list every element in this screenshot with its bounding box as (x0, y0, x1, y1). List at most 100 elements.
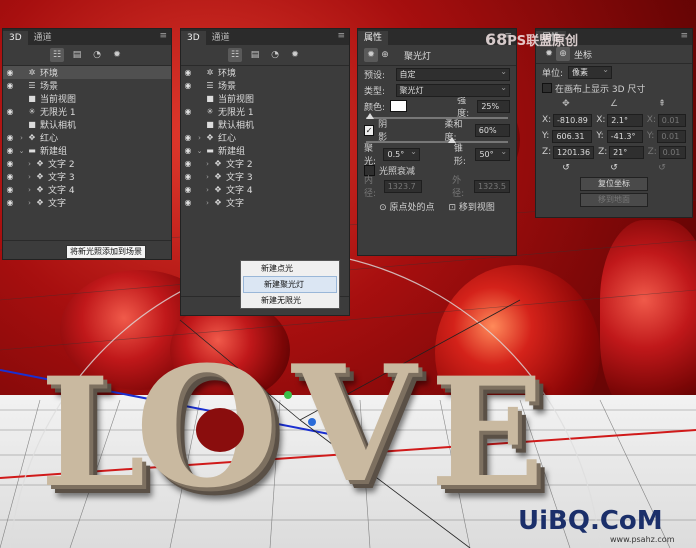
list-item[interactable]: ◉ ☰ 场景 (181, 79, 349, 92)
filter-light-icon[interactable]: ✹ (288, 48, 302, 62)
chevron-right-icon[interactable]: › (17, 186, 34, 194)
panel-menu-icon[interactable]: ≡ (337, 31, 345, 41)
y-scale-field[interactable]: 0.01 (657, 129, 686, 143)
filter-scene-icon[interactable]: ☷ (228, 48, 242, 62)
shadow-checkbox[interactable]: ✓ (364, 124, 375, 136)
list-item[interactable]: ◉ ⌄ ▬ 新建组 (181, 144, 349, 157)
list-item[interactable]: ◉ › ✥ 文字 2 (3, 157, 171, 170)
eye-icon[interactable]: ◉ (181, 107, 195, 116)
move-to-ground-button[interactable]: 移到地面 (580, 193, 648, 207)
rotate-icon[interactable]: ∠ (610, 99, 618, 109)
list-item[interactable]: ◉ ✳ 无限光 1 (181, 105, 349, 118)
cone-field[interactable]: 50° (475, 146, 511, 161)
slider-thumb[interactable] (448, 137, 456, 143)
list-item[interactable]: ■ 当前视图 (3, 92, 171, 105)
chevron-right-icon[interactable]: › (195, 160, 212, 168)
list-item[interactable]: ◉ › ✥ 红心 (181, 131, 349, 144)
chevron-right-icon[interactable]: › (17, 134, 26, 142)
z-position-field[interactable]: 1201.36 (553, 145, 595, 159)
softness-field[interactable]: 60% (474, 123, 510, 137)
slider-thumb[interactable] (366, 113, 374, 119)
eye-icon[interactable]: ◉ (181, 133, 195, 142)
chevron-down-icon[interactable]: ⌄ (17, 147, 26, 155)
origin-button[interactable]: ⊙ 原点处的点 (379, 200, 434, 213)
list-item[interactable]: ◉ › ✥ 红心 (3, 131, 171, 144)
list-item[interactable]: ■ 默认相机 (3, 118, 171, 131)
reset-rotation-icon[interactable]: ↺ (610, 163, 618, 173)
show-size-checkbox[interactable] (542, 83, 552, 93)
list-item[interactable]: ◉ ✳ 无限光 1 (3, 105, 171, 118)
list-item[interactable]: ■ 默认相机 (181, 118, 349, 131)
type-select[interactable]: 聚光灯 (395, 82, 510, 97)
z-rotation-field[interactable]: 21° (609, 145, 644, 159)
x-scale-field[interactable]: 0.01 (657, 113, 686, 127)
list-item[interactable]: ◉ › ✥ 文字 3 (3, 170, 171, 183)
list-item[interactable]: ■ 当前视图 (181, 92, 349, 105)
x-rotation-field[interactable]: 2.1° (607, 113, 643, 127)
menu-item-new-point-light[interactable]: 新建点光 (241, 261, 339, 276)
chevron-right-icon[interactable]: › (195, 134, 204, 142)
tab-3d[interactable]: 3D (181, 31, 206, 45)
menu-item-new-spot-light[interactable]: 新建聚光灯 (243, 276, 337, 293)
tab-channels[interactable]: 通道 (28, 31, 58, 45)
menu-item-new-infinite-light[interactable]: 新建无限光 (241, 293, 339, 308)
move-to-view-button[interactable]: ⊡ 移到视图 (449, 200, 495, 213)
coordinates-icon[interactable]: ⊕ (556, 47, 570, 61)
filter-material-icon[interactable]: ◔ (90, 48, 104, 62)
list-item[interactable]: ◉ ✲ 环境 (181, 66, 349, 79)
chevron-right-icon[interactable]: › (195, 199, 212, 207)
eye-icon[interactable]: ◉ (3, 198, 17, 207)
unit-select[interactable]: 像素 (568, 64, 612, 79)
list-item[interactable]: ◉ ✲ 环境 (3, 66, 171, 79)
panel-menu-icon[interactable]: ≡ (159, 31, 167, 41)
eye-icon[interactable]: ◉ (181, 198, 195, 207)
inner-field[interactable]: 1323.7 (383, 179, 423, 193)
chevron-right-icon[interactable]: › (195, 186, 212, 194)
eye-icon[interactable]: ◉ (181, 68, 195, 77)
filter-mesh-icon[interactable]: ▤ (248, 48, 262, 62)
eye-icon[interactable]: ◉ (181, 146, 195, 155)
chevron-right-icon[interactable]: › (17, 199, 34, 207)
chevron-right-icon[interactable]: › (17, 160, 34, 168)
chevron-down-icon[interactable]: ⌄ (195, 147, 204, 155)
tab-properties[interactable]: 属性 (358, 31, 389, 45)
intensity-slider[interactable] (366, 113, 508, 119)
y-position-field[interactable]: 606.31 (552, 129, 593, 143)
softness-slider[interactable] (366, 137, 508, 143)
outer-field[interactable]: 1323.5 (474, 179, 510, 193)
reset-coordinates-button[interactable]: 复位坐标 (580, 177, 648, 191)
filter-material-icon[interactable]: ◔ (268, 48, 282, 62)
intensity-field[interactable]: 25% (477, 99, 510, 113)
light-icon[interactable]: ✹ (542, 47, 556, 61)
list-item[interactable]: ◉ › ✥ 文字 2 (181, 157, 349, 170)
list-item[interactable]: ◉ › ✥ 文字 4 (3, 183, 171, 196)
list-item[interactable]: ◉ › ✥ 文字 3 (181, 170, 349, 183)
color-swatch[interactable] (390, 100, 408, 112)
hotspot-field[interactable]: 0.5° (383, 146, 420, 161)
x-position-field[interactable]: -810.89 (553, 113, 593, 127)
eye-icon[interactable]: ◉ (3, 159, 17, 168)
tab-3d[interactable]: 3D (3, 31, 28, 45)
eye-icon[interactable]: ◉ (3, 133, 17, 142)
filter-scene-icon[interactable]: ☷ (50, 48, 64, 62)
reset-scale-icon[interactable]: ↺ (658, 163, 666, 173)
y-rotation-field[interactable]: -41.3° (606, 129, 643, 143)
filter-mesh-icon[interactable]: ▤ (70, 48, 84, 62)
filter-light-icon[interactable]: ✹ (110, 48, 124, 62)
eye-icon[interactable]: ◉ (3, 172, 17, 181)
panel-menu-icon[interactable]: ≡ (680, 31, 688, 41)
preset-select[interactable]: 自定 (395, 66, 510, 81)
chevron-right-icon[interactable]: › (195, 173, 212, 181)
chevron-right-icon[interactable]: › (17, 173, 34, 181)
eye-icon[interactable]: ◉ (3, 146, 17, 155)
eye-icon[interactable]: ◉ (181, 185, 195, 194)
eye-icon[interactable]: ◉ (3, 81, 17, 90)
coordinates-icon[interactable]: ⊕ (378, 48, 392, 62)
eye-icon[interactable]: ◉ (181, 81, 195, 90)
eye-icon[interactable]: ◉ (3, 68, 17, 77)
scale-icon[interactable]: ⇞ (658, 99, 666, 109)
list-item[interactable]: ◉ ☰ 场景 (3, 79, 171, 92)
list-item[interactable]: ◉ › ✥ 文字 (181, 196, 349, 209)
tab-channels[interactable]: 通道 (206, 31, 236, 45)
eye-icon[interactable]: ◉ (181, 172, 195, 181)
